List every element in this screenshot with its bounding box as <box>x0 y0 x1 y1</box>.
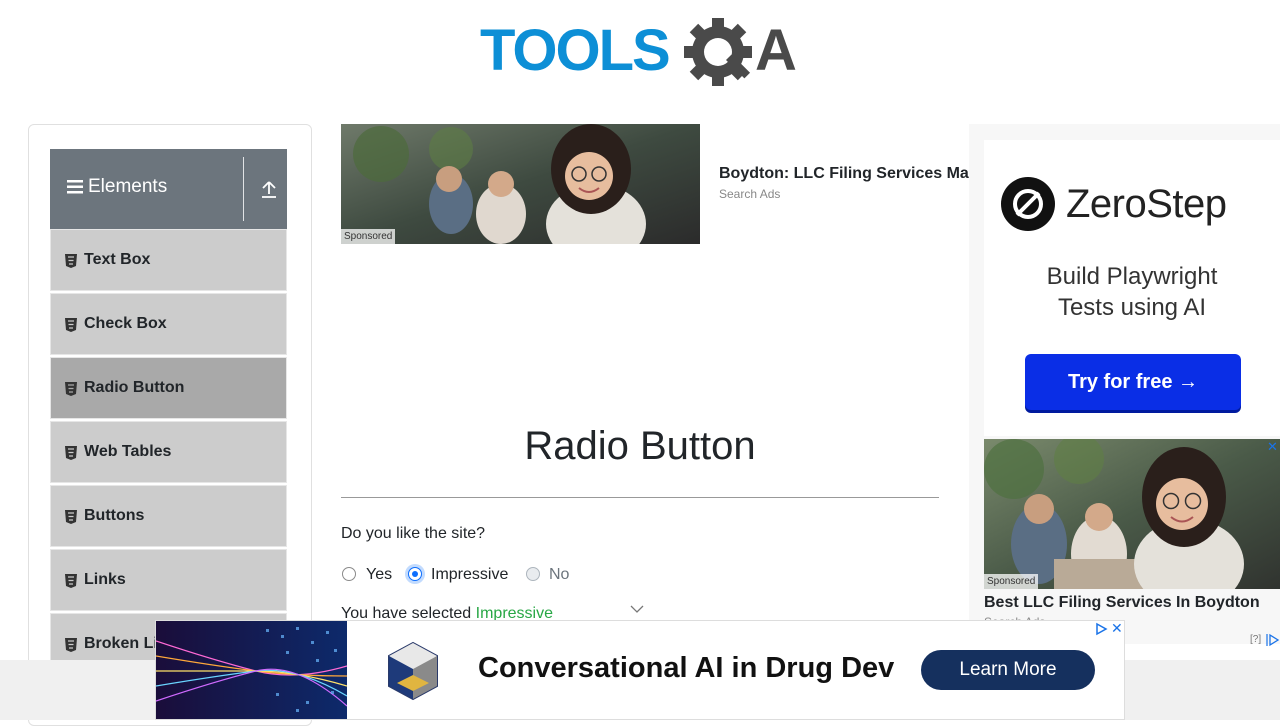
header-divider <box>243 157 244 221</box>
right-ad-title[interactable]: Best LLC Filing Services In Boydton <box>984 594 1260 612</box>
radio-label-impressive[interactable]: Impressive <box>431 566 508 584</box>
brand-cube-icon <box>388 641 438 701</box>
sponsored-tag: Sponsored <box>341 229 396 244</box>
svg-text:A: A <box>755 18 797 83</box>
zerostep-tagline: Build Playwright Tests using AI <box>984 261 1280 323</box>
bottom-ad[interactable]: Conversational AI in Drug Dev Learn More… <box>155 620 1125 720</box>
html5-icon <box>65 382 77 396</box>
learn-more-button[interactable]: Learn More <box>921 650 1095 690</box>
sidebar-item-text-box[interactable]: Text Box <box>50 229 287 291</box>
bottom-ad-headline[interactable]: Conversational AI in Drug Dev <box>478 652 894 685</box>
ad-close-icon[interactable]: ✕ <box>1267 440 1280 453</box>
radio-label-yes[interactable]: Yes <box>366 566 392 584</box>
title-divider <box>341 497 939 498</box>
radio-label-no: No <box>549 566 570 583</box>
adchoices-icon[interactable] <box>1094 622 1108 636</box>
sidebar-item-radio-button[interactable]: Radio Button <box>50 357 287 419</box>
sidebar-item-label: Radio Button <box>84 379 185 396</box>
sidebar-item-check-box[interactable]: Check Box <box>50 293 287 355</box>
top-ad-image[interactable]: Sponsored <box>341 124 700 244</box>
radio-input-no <box>526 567 540 581</box>
top-ad-title[interactable]: Boydton: LLC Filing Services Ma <box>719 165 969 183</box>
sidebar-item-label: Web Tables <box>84 443 172 460</box>
html5-icon <box>65 510 77 524</box>
html5-icon <box>65 638 77 652</box>
office-photo-image <box>341 124 700 244</box>
svg-text:TOOLS: TOOLS <box>480 18 669 83</box>
hamburger-icon <box>67 180 83 194</box>
sidebar-item-label: Links <box>84 571 126 588</box>
page-title: Radio Button <box>524 424 756 468</box>
sidebar-item-links[interactable]: Links <box>50 549 287 611</box>
html5-icon <box>65 318 77 332</box>
chevron-down-icon[interactable] <box>630 604 644 614</box>
right-ad-image[interactable]: Sponsored <box>984 439 1280 589</box>
tagline-line-1: Build Playwright <box>1046 263 1218 290</box>
sidebar-item-label: Check Box <box>84 315 167 332</box>
ad-help-link[interactable]: [?] <box>1250 634 1261 645</box>
html5-icon <box>65 446 77 460</box>
elements-group-header[interactable]: Elements <box>50 149 287 229</box>
question-text: Do you like the site? <box>341 525 486 542</box>
html5-icon <box>65 254 77 268</box>
ad-close-icon[interactable]: ✕ <box>1111 621 1125 635</box>
office-photo-image <box>984 439 1280 589</box>
sponsored-tag: Sponsored <box>984 574 1039 589</box>
html5-icon <box>65 574 77 588</box>
adchoices-icon[interactable] <box>1266 633 1280 647</box>
elements-group-title: Elements <box>88 176 168 197</box>
tagline-line-2: Tests using AI <box>1057 294 1207 321</box>
toolsqa-logo[interactable]: TOOLS A <box>480 14 805 92</box>
bottom-ad-image <box>156 621 347 719</box>
top-ad-subtitle: Search Ads <box>719 187 781 201</box>
site-header: TOOLS A <box>0 0 1280 100</box>
sidebar-item-buttons[interactable]: Buttons <box>50 485 287 547</box>
collapse-arrow-icon[interactable] <box>260 179 278 199</box>
zerostep-logo-icon <box>1001 177 1055 231</box>
try-for-free-button[interactable]: Try for free → <box>1025 354 1241 410</box>
radio-input-impressive[interactable] <box>408 567 422 581</box>
zerostep-ad[interactable]: ZeroStep Build Playwright Tests using AI… <box>984 140 1280 436</box>
sidebar-item-label: Text Box <box>84 251 151 268</box>
sidebar-item-label: Buttons <box>84 507 145 524</box>
zerostep-brand: ZeroStep <box>1066 182 1227 226</box>
radio-input-yes[interactable] <box>342 567 356 581</box>
data-visual-image <box>156 621 347 719</box>
sidebar-menu: Text Box Check Box Radio Button Web Tabl… <box>50 229 287 677</box>
sidebar-item-web-tables[interactable]: Web Tables <box>50 421 287 483</box>
